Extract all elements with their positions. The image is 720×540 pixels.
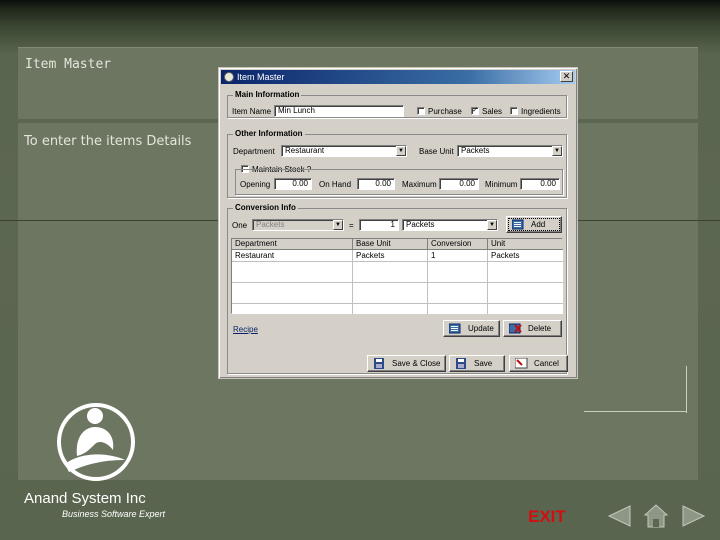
department-label: Department	[233, 147, 275, 156]
save-and-close-button[interactable]: Save & Close	[367, 355, 446, 372]
save-label: Save	[474, 359, 493, 368]
column-header-conversion[interactable]: Conversion	[428, 239, 488, 250]
item-name-label: Item Name	[232, 107, 272, 116]
recipe-link[interactable]: Recipe	[233, 325, 258, 334]
delete-icon	[509, 323, 522, 334]
ingredients-checkbox[interactable]	[510, 107, 518, 115]
corner-vline	[686, 366, 687, 413]
column-header-department[interactable]: Department	[232, 239, 353, 250]
chevron-down-icon[interactable]: ▼	[333, 220, 343, 230]
floppy-disk-icon	[374, 358, 384, 369]
exit-link[interactable]: EXIT	[528, 507, 566, 527]
home-icon[interactable]	[643, 503, 669, 529]
company-logo	[57, 403, 135, 481]
column-header-base-unit[interactable]: Base Unit	[353, 239, 428, 250]
cell-conversion: 1	[431, 251, 436, 260]
minimum-label: Minimum	[485, 180, 518, 189]
other-information-title: Other Information	[233, 129, 305, 138]
conversion-info-title: Conversion Info	[233, 203, 298, 212]
department-select[interactable]: Restaurant ▼	[281, 145, 407, 157]
purchase-checkbox[interactable]	[417, 107, 425, 115]
grid-line	[232, 261, 563, 262]
cancel-label: Cancel	[534, 359, 559, 368]
company-tagline: Business Software Expert	[62, 509, 166, 519]
maximum-label: Maximum	[402, 180, 437, 189]
close-button[interactable]: ✕	[560, 71, 573, 82]
slide-title: Item Master	[25, 57, 112, 72]
add-icon	[512, 219, 524, 230]
quantity-input[interactable]: 1	[359, 219, 399, 231]
update-icon	[449, 323, 461, 334]
divider-left	[0, 220, 220, 221]
add-label: Add	[531, 220, 546, 229]
main-information-title: Main Information	[233, 90, 302, 99]
sales-checkbox[interactable]: ✓	[471, 107, 479, 115]
base-unit-label: Base Unit	[419, 147, 454, 156]
next-icon[interactable]	[681, 503, 707, 529]
on-hand-label: On Hand	[319, 180, 352, 189]
app-icon	[224, 72, 234, 82]
minimum-input[interactable]: 0.00	[520, 178, 560, 190]
update-label: Update	[468, 324, 494, 333]
cell-department: Restaurant	[235, 251, 275, 260]
base-unit-select[interactable]: Packets ▼	[457, 145, 563, 157]
equals-label: =	[349, 221, 354, 230]
divider-right	[578, 220, 720, 221]
item-name-input[interactable]: Min Lunch	[274, 105, 404, 117]
opening-input[interactable]: 0.00	[274, 178, 312, 190]
opening-label: Opening	[240, 180, 271, 189]
from-unit-value: Packets	[256, 220, 285, 229]
one-label: One	[232, 221, 248, 230]
save-and-close-label: Save & Close	[392, 359, 441, 368]
chevron-down-icon[interactable]: ▼	[396, 146, 406, 156]
grid-line	[232, 303, 563, 304]
cancel-icon	[515, 358, 528, 369]
cancel-button[interactable]: Cancel	[509, 355, 568, 372]
maximum-input[interactable]: 0.00	[439, 178, 479, 190]
floppy-disk-icon	[456, 358, 466, 369]
department-value: Restaurant	[285, 146, 325, 155]
column-header-unit[interactable]: Unit	[488, 239, 563, 250]
save-button[interactable]: Save	[449, 355, 505, 372]
base-unit-value: Packets	[461, 146, 490, 155]
delete-button[interactable]: Delete	[503, 320, 562, 337]
dialog-titlebar[interactable]: Item Master ✕	[221, 70, 575, 84]
slide-top-band	[0, 0, 720, 48]
item-master-dialog: Item Master ✕ Main Information Item Name…	[218, 67, 578, 379]
grid-line	[232, 282, 563, 283]
delete-label: Delete	[528, 324, 552, 333]
dialog-title: Item Master	[237, 72, 285, 82]
purchase-label: Purchase	[428, 107, 462, 116]
conversion-table: Department Base Unit Conversion Unit Res…	[231, 238, 563, 314]
cell-base-unit: Packets	[356, 251, 385, 260]
on-hand-input[interactable]: 0.00	[357, 178, 395, 190]
sales-label: Sales	[482, 107, 503, 116]
to-unit-value: Packets	[406, 220, 435, 229]
slide-description: To enter the items Details	[24, 134, 192, 149]
add-button[interactable]: Add	[506, 216, 562, 233]
chevron-down-icon[interactable]: ▼	[552, 146, 562, 156]
update-button[interactable]: Update	[443, 320, 500, 337]
previous-icon[interactable]	[606, 503, 632, 529]
company-name: Anand System Inc	[24, 490, 146, 507]
chevron-down-icon[interactable]: ▼	[487, 220, 497, 230]
cell-unit: Packets	[491, 251, 520, 260]
corner-hline	[584, 411, 687, 412]
ingredients-label: Ingredients	[521, 107, 561, 116]
from-unit-select[interactable]: Packets ▼	[252, 219, 344, 231]
to-unit-select[interactable]: Packets ▼	[402, 219, 498, 231]
